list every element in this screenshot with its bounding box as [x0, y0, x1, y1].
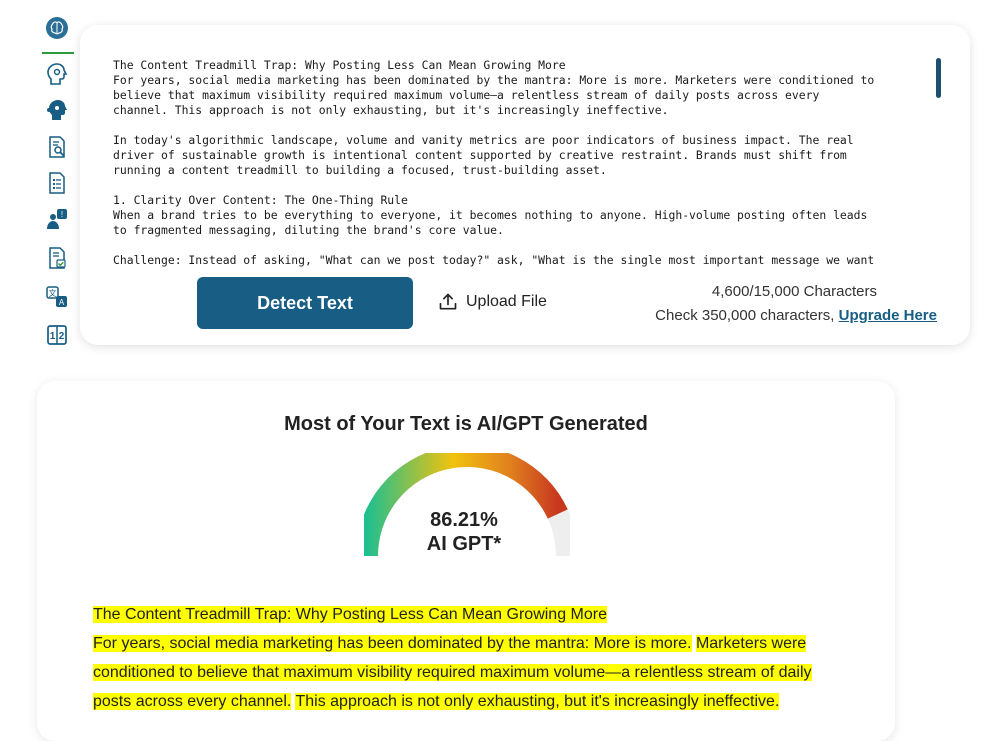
- check-characters-text: Check 350,000 characters,: [655, 307, 835, 324]
- question-person-icon[interactable]: !: [44, 206, 70, 232]
- upload-icon: [439, 293, 457, 310]
- input-card: The Content Treadmill Trap: Why Posting …: [80, 25, 970, 345]
- translate-icon[interactable]: 文A: [44, 284, 70, 310]
- document-check-icon[interactable]: [44, 245, 70, 271]
- svg-text:文: 文: [49, 288, 57, 298]
- detect-text-button[interactable]: Detect Text: [197, 277, 413, 329]
- character-counter: 4,600/15,000 Characters Check 350,000 ch…: [640, 280, 937, 328]
- ai-label: AI GPT*: [426, 533, 502, 555]
- sidebar: ! 文A 12: [38, 10, 76, 356]
- highlighted-sentence: posts across every channel.: [93, 693, 292, 710]
- highlighted-sentence: Marketers were: [695, 635, 807, 652]
- highlighted-sentence: conditioned to believe that maximum visi…: [93, 664, 812, 681]
- brain-icon[interactable]: [44, 15, 70, 41]
- active-indicator: [42, 52, 74, 54]
- robot-head-icon[interactable]: [44, 97, 70, 123]
- ai-percentage: 86.21%: [430, 509, 498, 531]
- svg-text:1: 1: [50, 331, 56, 342]
- scrollbar[interactable]: [936, 58, 941, 98]
- upgrade-link[interactable]: Upgrade Here: [839, 307, 937, 324]
- highlighted-sentence: For years, social media marketing has be…: [93, 635, 692, 652]
- text-input[interactable]: The Content Treadmill Trap: Why Posting …: [113, 58, 933, 268]
- upload-file-button[interactable]: Upload File: [438, 289, 547, 315]
- svg-text:A: A: [59, 298, 65, 307]
- highlighted-sentence: The Content Treadmill Trap: Why Posting …: [93, 606, 607, 623]
- head-profile-icon[interactable]: [44, 61, 70, 87]
- highlighted-sentence: This approach is not only exhausting, bu…: [295, 693, 780, 710]
- result-card: Most of Your Text is AI/GPT Generated 86…: [37, 381, 895, 741]
- upload-label: Upload File: [466, 293, 547, 310]
- document-list-icon[interactable]: [44, 170, 70, 196]
- svg-text:2: 2: [59, 331, 65, 342]
- document-search-icon[interactable]: [44, 134, 70, 160]
- svg-text:!: !: [61, 210, 63, 219]
- highlighted-result-text: The Content Treadmill Trap: Why Posting …: [93, 600, 833, 716]
- char-count-text: 4,600/15,000 Characters: [711, 283, 877, 300]
- calculator-icon[interactable]: 12: [44, 322, 70, 348]
- result-title: Most of Your Text is AI/GPT Generated: [284, 413, 648, 435]
